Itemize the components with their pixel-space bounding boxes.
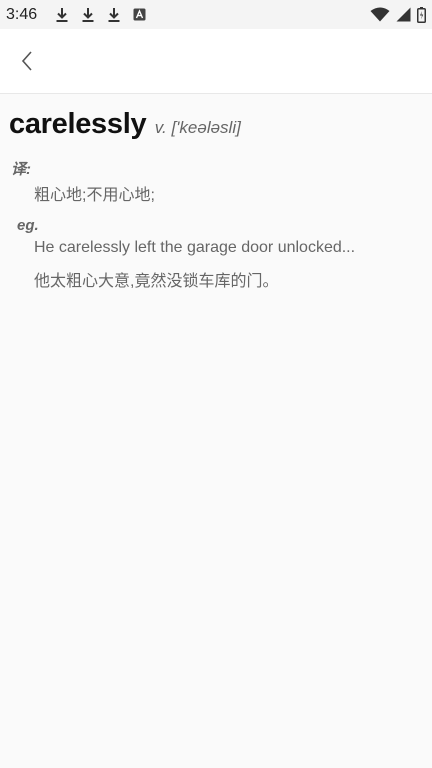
headword-line: carelessly v. ['keələsli] bbox=[9, 108, 241, 141]
wifi-icon bbox=[370, 7, 390, 22]
example-sentence-en: He carelessly left the garage door unloc… bbox=[34, 239, 356, 256]
back-button[interactable] bbox=[12, 45, 42, 77]
chevron-left-icon bbox=[21, 51, 32, 71]
translation-label: 译: bbox=[11, 161, 31, 178]
example-sentence-zh: 他太粗心大意,竟然没锁车库的门。 bbox=[34, 273, 279, 290]
download-icon bbox=[82, 7, 94, 22]
signal-icon bbox=[396, 7, 411, 22]
status-bar: 3:46 bbox=[0, 0, 432, 29]
battery-icon bbox=[417, 6, 426, 23]
pos-phonetic: v. ['keələsli] bbox=[154, 118, 241, 137]
translation-text: 粗心地;不用心地; bbox=[34, 187, 155, 204]
notification-icons bbox=[55, 7, 146, 23]
download-icon bbox=[56, 7, 68, 22]
download-icon bbox=[108, 7, 120, 22]
top-app-bar bbox=[0, 29, 432, 94]
font-a-icon bbox=[133, 8, 146, 21]
status-time: 3:46 bbox=[6, 5, 38, 23]
system-icons bbox=[370, 6, 426, 23]
headword: carelessly bbox=[9, 108, 147, 140]
example-label: eg. bbox=[17, 217, 39, 234]
